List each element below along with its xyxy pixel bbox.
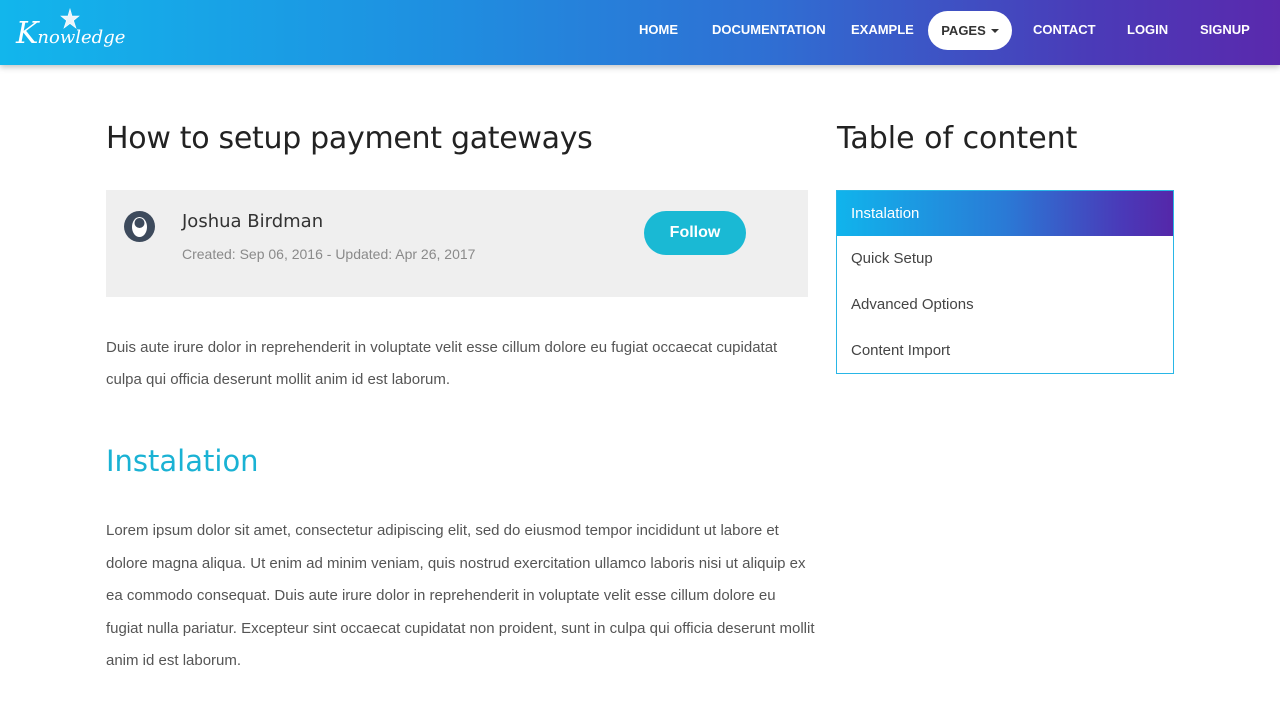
logo-text: Knowledge [16,16,125,51]
author-name[interactable]: Joshua Birdman [182,211,323,232]
table-of-content: Instalation Quick Setup Advanced Options… [836,190,1174,374]
article-dates: Created: Sep 06, 2016 - Updated: Apr 26,… [182,246,476,262]
toc-item-advanced-options[interactable]: Advanced Options [837,282,1173,327]
toc-title: Table of content [837,121,1078,156]
section-title-instalation: Instalation [106,444,259,478]
nav-pages-dropdown[interactable]: PAGES [928,11,1012,50]
user-avatar-icon [124,211,155,242]
nav-documentation[interactable]: DOCUMENTATION [712,22,826,40]
nav-login[interactable]: LOGIN [1127,22,1168,40]
nav-example[interactable]: EXAMPLE [851,22,914,40]
nav-signup[interactable]: SIGNUP [1200,22,1250,40]
page-title: How to setup payment gateways [106,121,593,156]
caret-down-icon [990,28,999,33]
toc-item-content-import[interactable]: Content Import [837,328,1173,373]
logo-rest: nowledge [37,27,126,48]
author-card: Joshua Birdman Created: Sep 06, 2016 - U… [106,190,808,297]
top-navbar: Knowledge HOME DOCUMENTATION EXAMPLE PAG… [0,0,1280,65]
nav-pages-label: PAGES [941,23,986,38]
section-body: Lorem ipsum dolor sit amet, consectetur … [106,522,815,669]
nav-home[interactable]: HOME [639,22,678,40]
intro-paragraph: Duis aute irure dolor in reprehenderit i… [106,339,778,388]
logo-letter: K [16,16,38,51]
toc-item-instalation[interactable]: Instalation [837,191,1173,236]
site-logo[interactable]: Knowledge [16,7,131,60]
follow-button[interactable]: Follow [644,211,746,255]
nav-contact[interactable]: CONTACT [1033,22,1096,40]
toc-item-quick-setup[interactable]: Quick Setup [837,236,1173,281]
